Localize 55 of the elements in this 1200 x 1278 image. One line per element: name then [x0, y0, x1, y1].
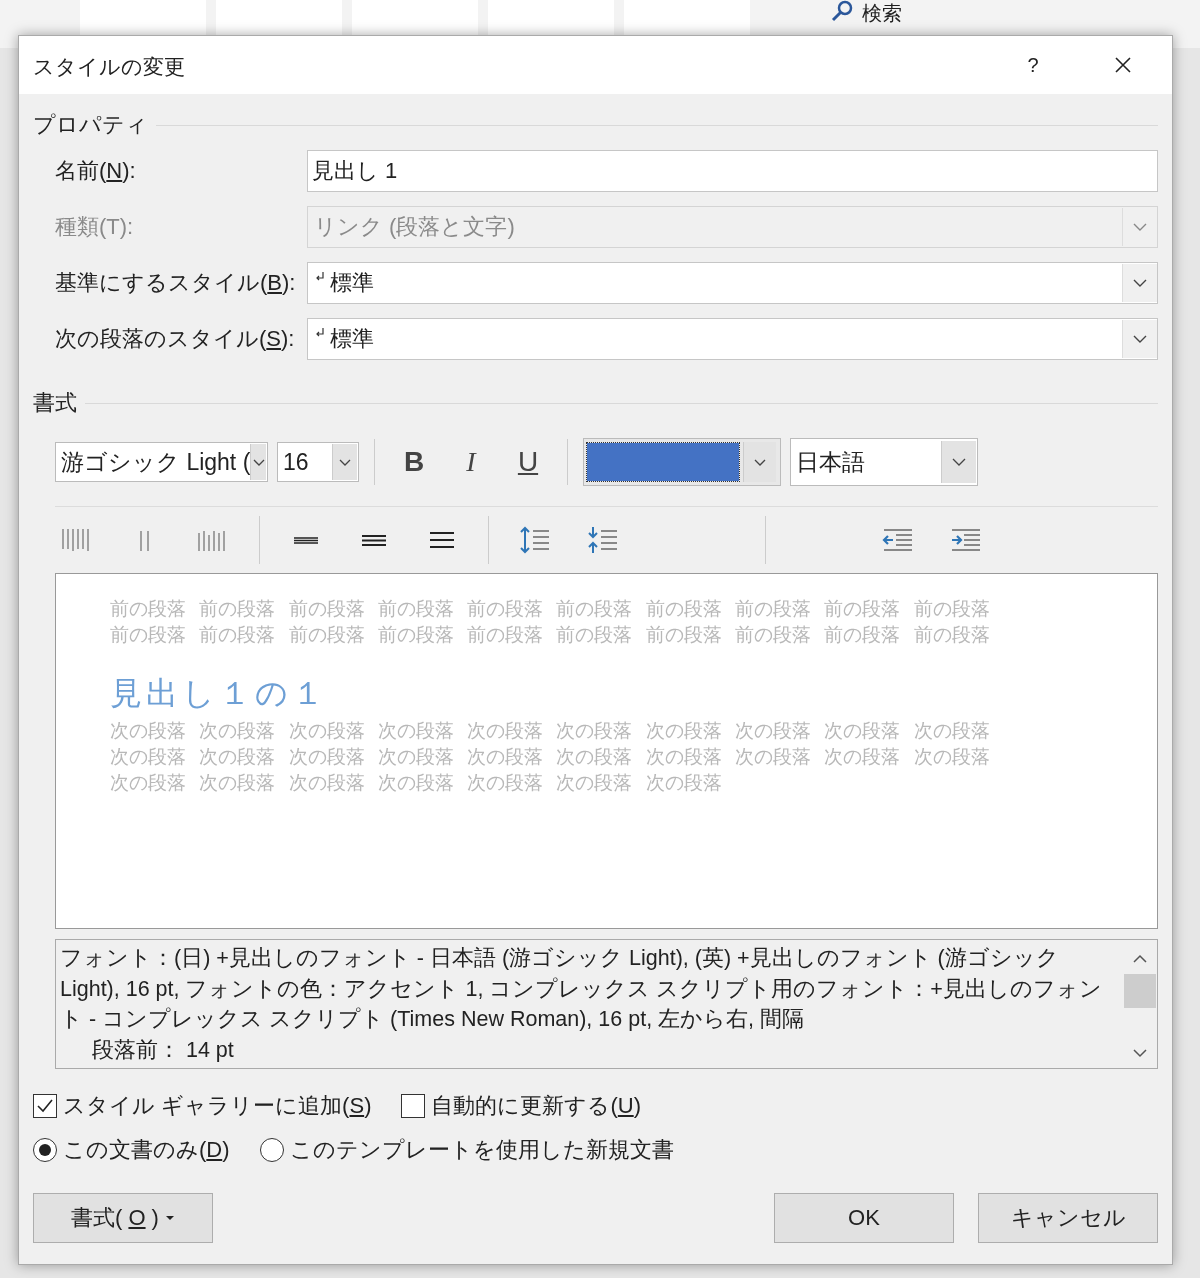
previous-paragraph-text: 前の段落 前の段落 前の段落 前の段落 前の段落 前の段落 前の段落 前の段落 前の段落 前の段落 — [110, 623, 991, 647]
underline-button[interactable]: U — [504, 442, 552, 482]
name-input-field[interactable]: 見出し 1 — [307, 150, 1158, 192]
field-label: 種類(T): — [55, 213, 135, 241]
radio-option[interactable]: この文書のみ(D) — [33, 1135, 230, 1165]
style-dropdown[interactable]: 標準 — [307, 318, 1158, 360]
chevron-down-icon — [1133, 279, 1147, 287]
increase-indent-icon[interactable] — [950, 526, 982, 554]
chevron-down-icon — [1133, 335, 1147, 343]
search-button[interactable]: 検索 — [810, 0, 902, 24]
bold-button[interactable]: B — [390, 442, 438, 482]
font-color-dropdown[interactable] — [583, 438, 781, 486]
option-label: 自動的に更新する(U) — [431, 1092, 641, 1120]
increase-spacing-icon[interactable] — [519, 525, 551, 555]
heading-preview-text: 見出し１の１ — [110, 674, 329, 713]
next-paragraph-text: 次の段落 次の段落 次の段落 次の段落 次の段落 次の段落 次の段落 — [110, 771, 723, 795]
paragraph-mark-icon — [314, 327, 326, 339]
format-menu-button[interactable]: 書式( O ) — [33, 1193, 213, 1243]
checkbox-option[interactable]: 自動的に更新する(U) — [401, 1091, 641, 1121]
font-dropdown[interactable]: 游ゴシック Light ( — [55, 442, 268, 482]
ok-button[interactable]: OK — [774, 1193, 954, 1243]
field-label: 次の段落のスタイル(S): — [55, 325, 296, 353]
chevron-down-icon — [754, 458, 766, 466]
next-paragraph-text: 次の段落 次の段落 次の段落 次の段落 次の段落 次の段落 次の段落 次の段落 次の段落 次の段落 — [110, 719, 991, 743]
font-size-dropdown[interactable]: 16 — [277, 442, 359, 482]
style-description-text: フォント：(日) +見出しのフォント - 日本語 (游ゴシック Light), (英) +見出しのフォント (游ゴシック Light), 16 pt, フォントの色：アクセント 1, コンプレックス スクリプト用のフォント：+見出しのフォント - コンプレックス スクリプト (Times New Roman), 16 pt, 左から右, 間隔 — [60, 945, 1103, 1033]
cancel-button[interactable]: キャンセル — [978, 1193, 1158, 1243]
chevron-down-icon — [252, 458, 265, 466]
decrease-spacing-icon[interactable] — [587, 525, 619, 555]
radio-button[interactable] — [259, 1138, 284, 1162]
radio-button[interactable] — [33, 1138, 57, 1162]
help-button[interactable]: ? — [998, 45, 1068, 85]
section-heading: 書式 — [33, 389, 77, 417]
decrease-indent-icon[interactable] — [882, 526, 914, 554]
window-title: スタイルの変更 — [33, 54, 185, 80]
checkbox[interactable] — [33, 1094, 57, 1118]
field-label: 基準にするスタイル(B): — [55, 269, 297, 297]
section-heading: プロパティ — [33, 111, 148, 139]
paragraph-mark-icon — [314, 271, 326, 283]
chevron-down-icon — [952, 458, 966, 466]
checkbox[interactable] — [401, 1094, 426, 1118]
language-dropdown[interactable]: 日本語 — [790, 438, 978, 486]
field-label: 名前(N): — [55, 157, 137, 185]
italic-button[interactable]: I — [447, 442, 495, 482]
style-description-text: 段落前： 14 pt — [91, 1036, 235, 1064]
option-label: この文書のみ(D) — [63, 1136, 230, 1164]
scroll-down-icon[interactable] — [1133, 1048, 1147, 1058]
scroll-up-icon[interactable] — [1133, 954, 1147, 964]
style-dropdown[interactable]: 標準 — [307, 262, 1158, 304]
chevron-down-icon — [339, 458, 351, 466]
caret-icon — [164, 1215, 175, 1221]
chevron-down-icon — [1133, 223, 1147, 231]
next-paragraph-text: 次の段落 次の段落 次の段落 次の段落 次の段落 次の段落 次の段落 次の段落 次の段落 次の段落 — [110, 745, 991, 769]
previous-paragraph-text: 前の段落 前の段落 前の段落 前の段落 前の段落 前の段落 前の段落 前の段落 前の段落 前の段落 — [110, 597, 991, 621]
close-icon — [1114, 56, 1132, 74]
